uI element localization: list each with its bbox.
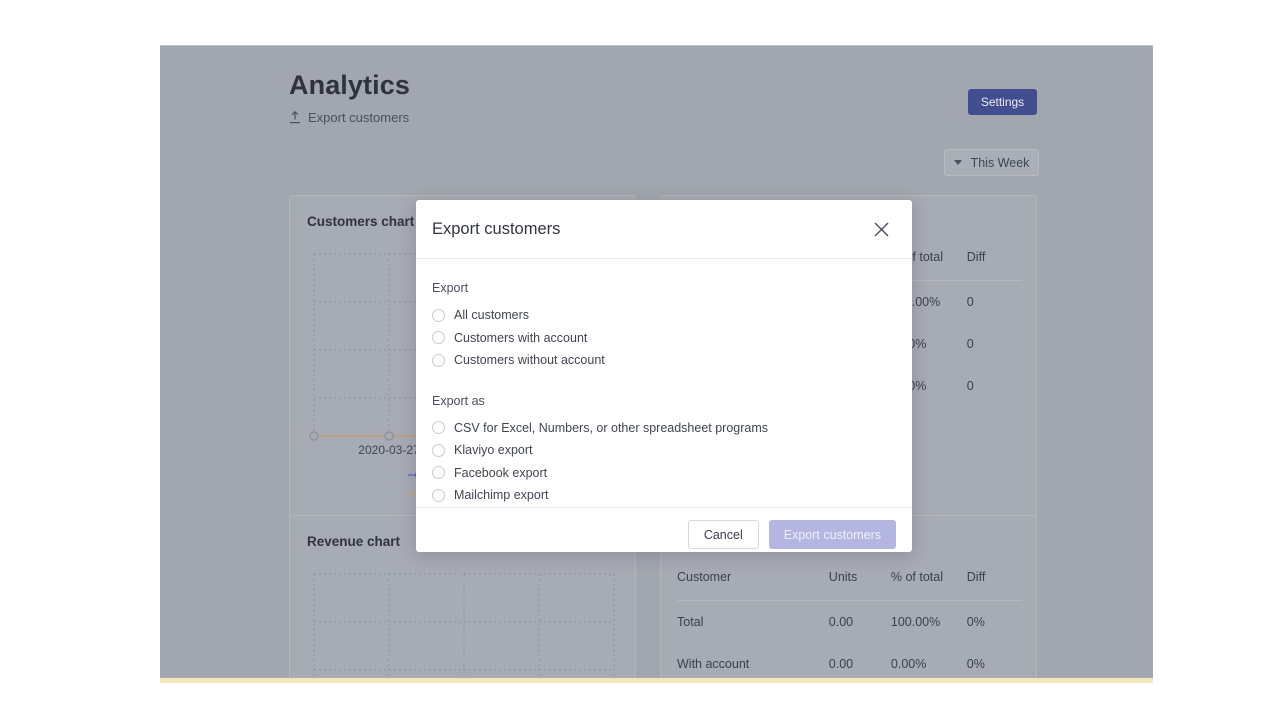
radio-button-icon: [432, 466, 445, 479]
column-header-diff: Diff: [967, 250, 1022, 281]
close-button[interactable]: [866, 214, 896, 244]
date-range-label: This Week: [971, 156, 1030, 170]
export-customers-modal: Export customers Export All customers Cu…: [416, 200, 912, 552]
radio-mailchimp-export[interactable]: Mailchimp export: [432, 484, 896, 507]
customers-chart-title: Customers chart: [307, 214, 414, 229]
close-icon: [873, 221, 890, 238]
radio-label: All customers: [454, 308, 529, 322]
modal-title: Export customers: [432, 220, 866, 239]
radio-label: CSV for Excel, Numbers, or other spreads…: [454, 421, 768, 435]
modal-header: Export customers: [416, 200, 912, 259]
revenue-line-chart-svg: [308, 570, 618, 681]
cell-pct: 100.00%: [891, 601, 967, 644]
x-axis-tick-label: 2020-03-27: [358, 443, 420, 457]
radio-button-icon: [432, 331, 445, 344]
radio-label: Facebook export: [454, 466, 547, 480]
screenshot-root: Analytics Export customers Settings This…: [0, 0, 1280, 720]
radio-button-icon: [432, 489, 445, 502]
cell-units: 0.00: [829, 643, 891, 681]
export-customers-link[interactable]: Export customers: [289, 110, 409, 125]
page-title: Analytics: [289, 70, 410, 101]
column-header-diff: Diff: [967, 570, 1022, 601]
radio-csv-export[interactable]: CSV for Excel, Numbers, or other spreads…: [432, 417, 896, 440]
export-group-label: Export: [432, 281, 896, 295]
chevron-down-icon: [954, 160, 962, 165]
radio-button-icon: [432, 354, 445, 367]
radio-customers-without-account[interactable]: Customers without account: [432, 349, 896, 372]
table-header-row: Customer Units % of total Diff: [677, 570, 1022, 601]
cell-pct: 0.00%: [891, 643, 967, 681]
revenue-table: Customer Units % of total Diff Total 0.0…: [677, 570, 1022, 681]
revenue-chart-plot: [308, 570, 618, 681]
cell-units: 0.00: [829, 601, 891, 644]
date-range-dropdown[interactable]: This Week: [944, 149, 1039, 176]
radio-customers-with-account[interactable]: Customers with account: [432, 327, 896, 350]
radio-label: Customers without account: [454, 353, 605, 367]
bottom-accent-strip: [160, 678, 1153, 683]
cell-diff: 0: [967, 365, 1022, 407]
radio-button-icon: [432, 309, 445, 322]
cell-diff: 0: [967, 281, 1022, 324]
column-header-units: Units: [829, 570, 891, 601]
radio-button-icon: [432, 444, 445, 457]
cell-diff: 0: [967, 323, 1022, 365]
cancel-button[interactable]: Cancel: [688, 520, 759, 549]
cell-customer: Total: [677, 601, 829, 644]
cell-diff: 0%: [967, 601, 1022, 644]
column-header-customer: Customer: [677, 570, 829, 601]
table-row: With account 0.00 0.00% 0%: [677, 643, 1022, 681]
radio-klaviyo-export[interactable]: Klaviyo export: [432, 439, 896, 462]
settings-button[interactable]: Settings: [968, 89, 1037, 115]
export-customers-link-label: Export customers: [308, 110, 409, 125]
modal-footer: Cancel Export customers: [416, 507, 912, 553]
column-header-pct-total: % of total: [891, 570, 967, 601]
upload-icon: [289, 111, 301, 124]
export-customers-submit-button[interactable]: Export customers: [769, 520, 896, 549]
radio-label: Klaviyo export: [454, 443, 533, 457]
cell-diff: 0%: [967, 643, 1022, 681]
revenue-chart-title: Revenue chart: [307, 534, 400, 549]
export-as-group-label: Export as: [432, 394, 896, 408]
modal-body: Export All customers Customers with acco…: [416, 259, 912, 507]
radio-all-customers[interactable]: All customers: [432, 304, 896, 327]
cell-customer: With account: [677, 643, 829, 681]
radio-button-icon: [432, 421, 445, 434]
radio-label: Customers with account: [454, 331, 587, 345]
table-row: Total 0.00 100.00% 0%: [677, 601, 1022, 644]
radio-label: Mailchimp export: [454, 488, 548, 502]
radio-facebook-export[interactable]: Facebook export: [432, 462, 896, 485]
